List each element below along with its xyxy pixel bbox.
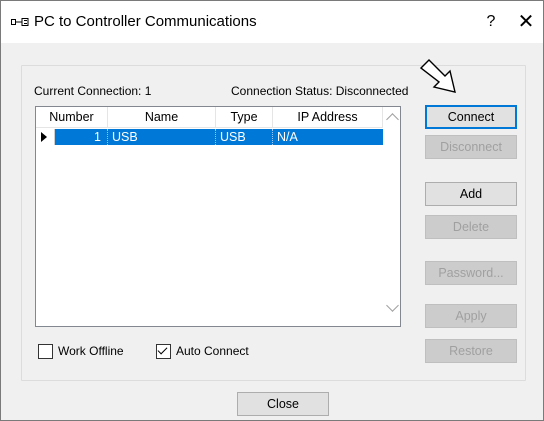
auto-connect-label[interactable]: Auto Connect [176,344,249,358]
cell-name[interactable]: USB [108,129,216,145]
close-button[interactable]: Close [237,392,329,416]
work-offline-checkbox[interactable] [38,344,53,359]
cell-number[interactable]: 1 [55,129,108,145]
cell-ip-address[interactable]: N/A [273,129,384,145]
cell-type[interactable]: USB [216,129,273,145]
connector-icon [11,18,29,26]
delete-button[interactable]: Delete [425,215,517,239]
checkmark-icon [157,344,168,355]
column-header-name[interactable]: Name [108,107,216,128]
work-offline-label[interactable]: Work Offline [58,344,124,358]
disconnect-button[interactable]: Disconnect [425,135,517,159]
add-button[interactable]: Add [425,182,517,206]
row-header[interactable] [36,129,55,145]
pointer-arrow-icon [419,59,456,93]
window-title: PC to Controller Communications [34,13,257,30]
title-bar: PC to Controller Communications ? ✕ [1,1,543,43]
grid-header: Number Name Type IP Address [36,107,400,129]
connect-button[interactable]: Connect [425,105,517,129]
connection-status-label: Connection Status: Disconnected [231,84,409,98]
close-window-button[interactable]: ✕ [511,9,541,35]
scroll-down-arrow-icon[interactable] [386,299,399,312]
dialog-window: PC to Controller Communications ? ✕ Curr… [0,0,544,421]
password-button[interactable]: Password... [425,261,517,285]
help-button[interactable]: ? [477,9,505,35]
table-row[interactable]: 1 USB USB N/A [36,129,384,145]
column-header-number[interactable]: Number [36,107,108,128]
auto-connect-checkbox[interactable] [156,344,171,359]
column-header-type[interactable]: Type [216,107,273,128]
row-selector-icon [41,132,47,142]
scroll-up-arrow-icon[interactable] [386,113,399,126]
column-header-ip-address[interactable]: IP Address [273,107,383,128]
apply-button[interactable]: Apply [425,304,517,328]
cell-number-text: 1 [94,130,101,144]
current-connection-label: Current Connection: 1 [34,84,152,98]
vertical-scrollbar[interactable] [383,107,400,326]
connections-grid[interactable]: Number Name Type IP Address 1 USB USB N/… [35,106,401,327]
restore-button[interactable]: Restore [425,339,517,363]
